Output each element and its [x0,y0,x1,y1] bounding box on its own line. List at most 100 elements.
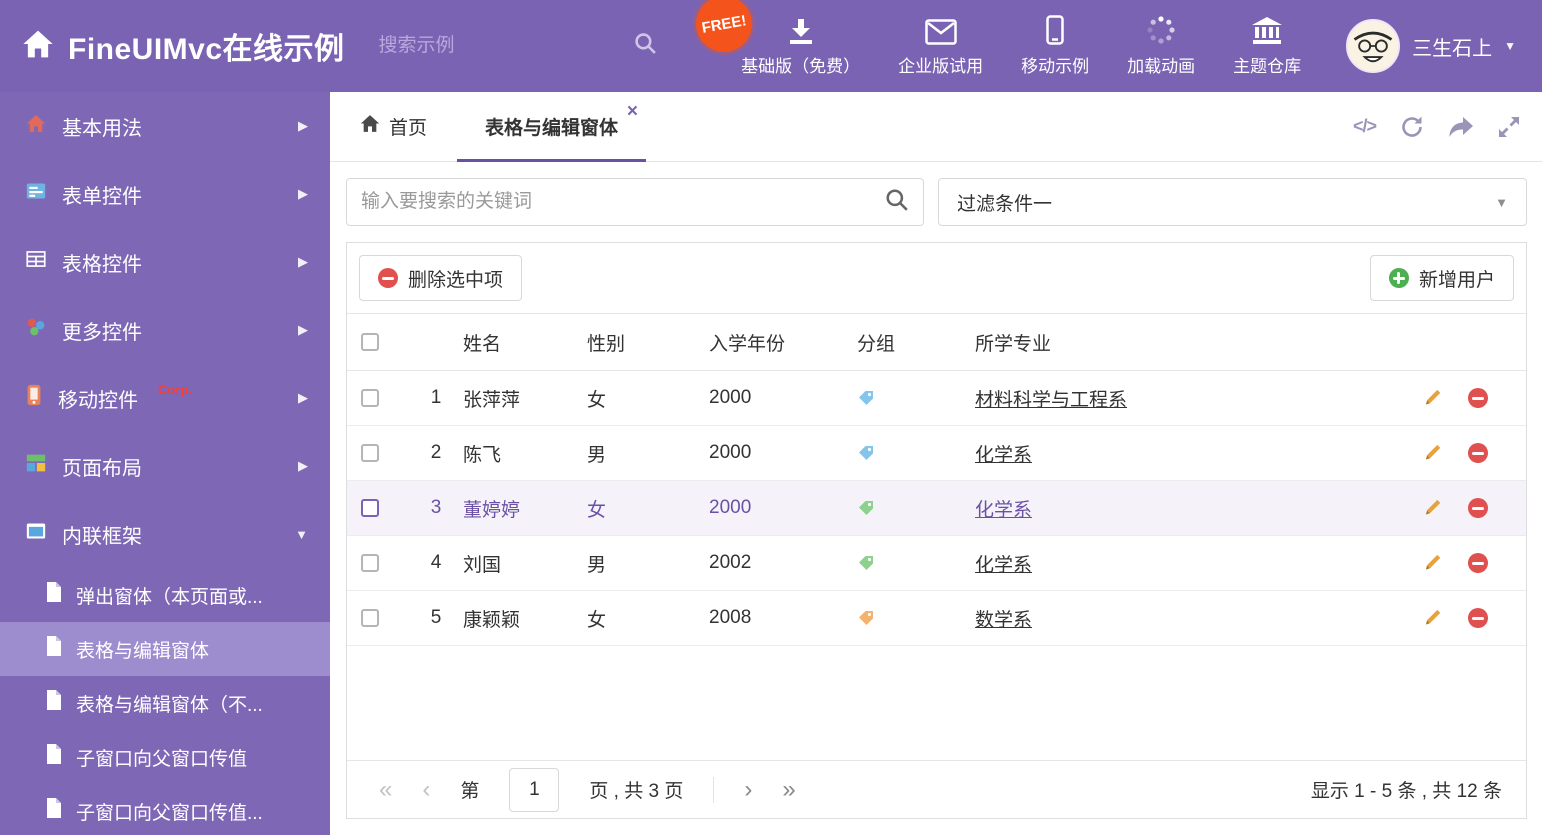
cell-name: 陈飞 [463,444,502,466]
open-new-window-icon[interactable] [1448,116,1474,138]
edit-icon[interactable] [1422,553,1442,573]
row-checkbox[interactable] [361,609,379,627]
sidebar-item-inline-frame[interactable]: 内联框架 ▼ [0,500,330,568]
row-checkbox[interactable] [361,499,379,517]
user-menu[interactable]: 三生石上 ▼ [1346,19,1516,73]
cell-gender: 女 [587,609,607,631]
cell-name: 刘国 [463,554,502,576]
next-page-button[interactable]: › [744,777,752,802]
delete-selected-button[interactable]: 删除选中项 [359,255,523,301]
major-link[interactable]: 数学系 [975,605,1404,632]
last-page-button[interactable]: » [782,777,795,802]
tab-home[interactable]: 首页 [344,113,443,140]
filter-dropdown[interactable]: 过滤条件一 ▼ [938,178,1527,226]
header-search-input[interactable] [378,35,624,57]
edit-icon[interactable] [1422,388,1442,408]
tab-tools: </> [1353,115,1520,139]
fullscreen-icon[interactable] [1498,116,1520,138]
row-actions [1404,443,1516,463]
content: 过滤条件一 ▼ 删除选中项 新增用户 [330,162,1542,835]
sidebar-item-basic-usage[interactable]: 基本用法 ▶ [0,92,330,160]
add-user-button[interactable]: 新增用户 [1369,255,1514,301]
table-row[interactable]: 2 陈飞 男 2000 化学系 [347,426,1526,481]
edit-icon[interactable] [1422,443,1442,463]
chevron-right-icon: ▶ [298,322,308,337]
download-icon [786,15,816,45]
prev-page-button[interactable]: ‹ [422,777,430,802]
nav-item-loading-animation[interactable]: 加载动画 [1108,0,1214,92]
refresh-icon[interactable] [1400,115,1424,139]
home-icon [26,114,46,139]
nav-item-theme-repo[interactable]: 主题仓库 [1214,0,1320,92]
table-row[interactable]: 1 张萍萍 女 2000 材料科学与工程系 [347,371,1526,426]
first-page-button[interactable]: « [379,777,392,802]
tab-grid-edit-window[interactable]: 表格与编辑窗体 × [457,92,647,162]
table-row[interactable]: 3 董婷婷 女 2000 化学系 [347,481,1526,536]
nav-label: 主题仓库 [1233,57,1302,76]
sidebar-item-page-layout[interactable]: 页面布局 ▶ [0,432,330,500]
search-icon[interactable] [634,32,657,60]
file-icon [46,690,62,716]
app-root: FineUIMvc在线示例 FREE! 基础版（免费） 企业版试用 [0,0,1542,835]
table-row[interactable]: 4 刘国 男 2002 化学系 [347,536,1526,591]
cell-gender: 男 [587,444,607,466]
file-icon [46,744,62,770]
mobile-icon [1046,15,1064,45]
username[interactable]: 三生石上 [1412,32,1492,61]
table-row[interactable]: 5 康颖颖 女 2008 数学系 [347,591,1526,646]
major-link[interactable]: 化学系 [975,550,1404,577]
row-checkbox[interactable] [361,389,379,407]
chevron-down-icon: ▼ [295,526,308,542]
sidebar-subitem-child-to-parent-2[interactable]: 子窗口向父窗口传值... [0,784,330,835]
row-checkbox[interactable] [361,444,379,462]
nav-item-enterprise-trial[interactable]: 企业版试用 [879,0,1002,92]
delete-icon[interactable] [1468,608,1488,628]
app-home-icon [22,29,54,64]
plus-circle-icon [1388,268,1409,288]
sidebar-item-more-controls[interactable]: 更多控件 ▶ [0,296,330,364]
app-title: FineUIMvc在线示例 [68,33,345,66]
delete-icon[interactable] [1468,388,1488,408]
sidebar-subitem-child-to-parent[interactable]: 子窗口向父窗口传值 [0,730,330,784]
delete-icon[interactable] [1468,443,1488,463]
page-number-input[interactable] [509,767,560,812]
major-link[interactable]: 化学系 [975,495,1404,522]
corp-badge: Corp. [158,382,192,397]
nav-item-basic-free[interactable]: FREE! 基础版（免费） [691,0,879,92]
search-icon[interactable] [885,188,909,217]
tab-label: 表格与编辑窗体 [485,118,619,139]
delete-icon[interactable] [1468,498,1488,518]
filter-row: 过滤条件一 ▼ [346,178,1527,226]
grid-panel: 删除选中项 新增用户 姓名 性别 入学年份 分组 所学专业 1 张萍萍 女 20… [346,242,1527,819]
sidebar-subitem-grid-edit-window-2[interactable]: 表格与编辑窗体（不... [0,676,330,730]
delete-icon[interactable] [1468,553,1488,573]
cell-year: 2000 [709,442,752,463]
sidebar-subitem-grid-edit-window[interactable]: 表格与编辑窗体 [0,622,330,676]
more-controls-icon [26,317,46,343]
select-all-checkbox[interactable] [361,333,379,351]
tag-icon [857,554,975,572]
nav-item-mobile-demo[interactable]: 移动示例 [1002,0,1108,92]
close-icon[interactable]: × [627,102,638,121]
sidebar-subitem-popup-window[interactable]: 弹出窗体（本页面或... [0,568,330,622]
keyword-search-input[interactable] [361,191,885,213]
sidebar-item-form-controls[interactable]: 表单控件 ▶ [0,160,330,228]
nav-label: 企业版试用 [898,57,984,76]
sidebar-subitem-label: 弹出窗体（本页面或... [76,586,263,608]
bank-icon [1251,15,1283,45]
cell-year: 2000 [709,497,752,518]
brand[interactable]: FineUIMvc在线示例 [22,24,345,68]
avatar[interactable] [1346,19,1401,73]
major-link[interactable]: 化学系 [975,440,1404,467]
edit-icon[interactable] [1422,498,1442,518]
row-checkbox[interactable] [361,554,379,572]
header-search [378,32,656,60]
add-user-label: 新增用户 [1418,269,1495,291]
sidebar-item-grid-controls[interactable]: 表格控件 ▶ [0,228,330,296]
view-source-icon[interactable]: </> [1353,116,1377,137]
row-number: 4 [430,552,442,573]
edit-icon[interactable] [1422,608,1442,628]
spinner-icon [1146,15,1176,45]
sidebar-item-mobile-controls[interactable]: 移动控件 Corp. ▶ [0,364,330,432]
major-link[interactable]: 材料科学与工程系 [975,385,1404,412]
